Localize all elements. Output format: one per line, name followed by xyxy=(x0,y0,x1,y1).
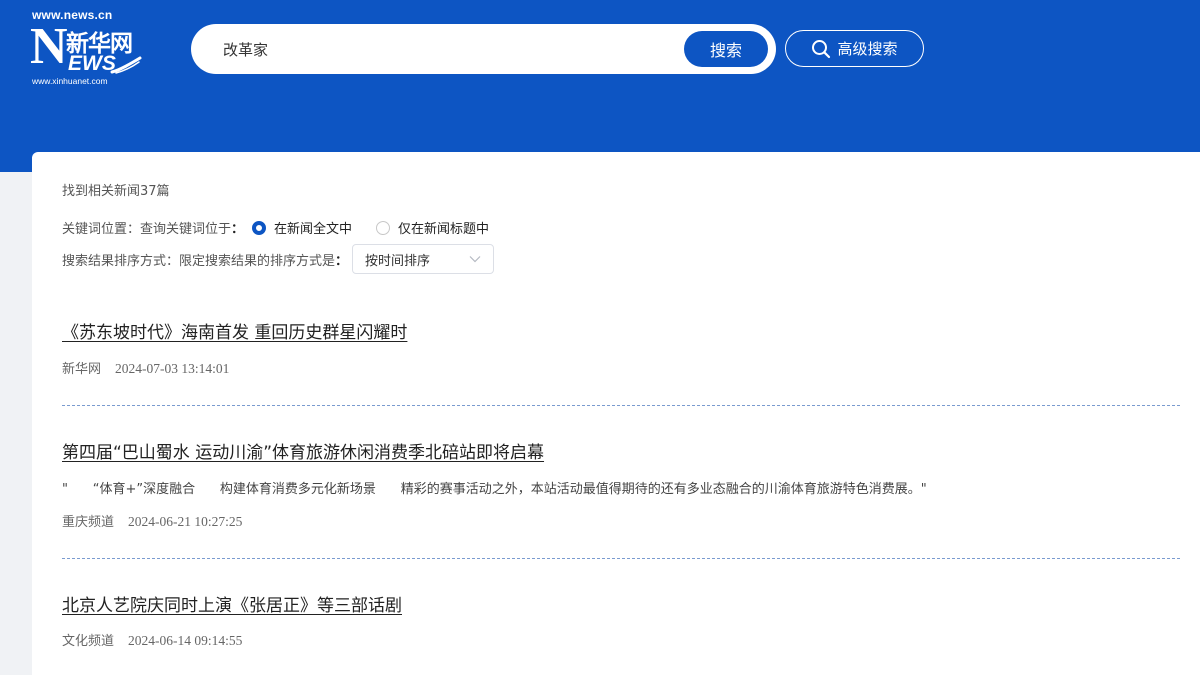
chevron-down-icon xyxy=(469,256,481,263)
sort-row: 搜索结果排序方式：限定搜索结果的排序方式是 ： 按时间排序 xyxy=(62,244,495,274)
radio-title-only[interactable]: 仅在新闻标题中 xyxy=(376,218,489,237)
article-date: 2024-07-03 13:14:01 xyxy=(115,361,230,376)
search-icon xyxy=(812,39,831,58)
search-input[interactable] xyxy=(221,35,675,63)
radio-fulltext[interactable]: 在新闻全文中 xyxy=(252,218,352,237)
article-item: 第四届“巴山蜀水 运动川渝”体育旅游休闲消费季北碚站即将启幕 xyxy=(62,438,1180,463)
search-button[interactable]: 搜索 xyxy=(684,31,768,67)
keyword-position-colon: ： xyxy=(231,222,245,237)
article-item: 北京人艺院庆同时上演《张居正》等三部话剧 xyxy=(62,591,1180,616)
logo-mark: N xyxy=(30,18,68,75)
results-panel: 找到相关新闻37篇 关键词位置：查询关键词位于 ： 在新闻全文中 仅在新闻标题中… xyxy=(32,152,1200,675)
article-meta: 文化频道 2024-06-14 09:14:55 xyxy=(62,630,1180,649)
radio-title-only-label: 仅在新闻标题中 xyxy=(398,222,490,237)
article-date: 2024-06-14 09:14:55 xyxy=(128,633,243,648)
article-source: 文化频道 xyxy=(62,634,115,649)
logo-swoosh-icon xyxy=(110,56,142,74)
radio-fulltext-label: 在新闻全文中 xyxy=(274,222,353,237)
result-count: 找到相关新闻37篇 xyxy=(62,184,170,199)
article-divider xyxy=(62,558,1180,559)
radio-title-only-indicator[interactable] xyxy=(376,220,391,235)
sort-label: 搜索结果排序方式：限定搜索结果的排序方式是 xyxy=(62,253,336,269)
advanced-search-button[interactable]: 高级搜索 xyxy=(785,30,924,67)
xinhua-logo[interactable]: www.news.cn N 新华网 EWS www.xinhuanet.com xyxy=(30,8,145,88)
article-source: 新华网 xyxy=(62,362,102,377)
radio-fulltext-indicator[interactable] xyxy=(252,220,267,235)
article-snippet-row: " “体育+”深度融合 构建体育消费多元化新场景 精彩的赛事活动之外，本站活动最… xyxy=(62,462,1180,497)
article-divider xyxy=(62,405,1180,406)
article-date: 2024-06-21 10:27:25 xyxy=(128,514,243,529)
article-item: 《苏东坡时代》海南首发 重回历史群星闪耀时 xyxy=(62,318,1180,343)
keyword-position-label: 关键词位置：查询关键词位于 xyxy=(62,222,232,237)
article-title-link[interactable]: 第四届“巴山蜀水 运动川渝”体育旅游休闲消费季北碚站即将启幕 xyxy=(62,438,544,463)
article-snippet: " “体育+”深度融合 构建体育消费多元化新场景 精彩的赛事活动之外，本站活动最… xyxy=(62,482,927,497)
keyword-position-row: 关键词位置：查询关键词位于 ： 在新闻全文中 仅在新闻标题中 xyxy=(62,218,505,237)
article-title-link[interactable]: 北京人艺院庆同时上演《张居正》等三部话剧 xyxy=(62,591,402,616)
article-meta: 重庆频道 2024-06-21 10:27:25 xyxy=(62,511,1180,530)
article-meta: 新华网 2024-07-03 13:14:01 xyxy=(62,358,1180,377)
sort-select[interactable]: 按时间排序 xyxy=(352,244,495,274)
article-source: 重庆频道 xyxy=(62,515,115,530)
sort-select-value: 按时间排序 xyxy=(365,253,431,269)
sort-colon: ： xyxy=(335,253,349,269)
search-box: 搜索 xyxy=(191,24,776,74)
article-title-link[interactable]: 《苏东坡时代》海南首发 重回历史群星闪耀时 xyxy=(62,318,407,343)
logo-ews: EWS xyxy=(68,52,116,75)
logo-url-bottom: www.xinhuanet.com xyxy=(32,76,108,86)
advanced-search-label: 高级搜索 xyxy=(837,40,898,58)
